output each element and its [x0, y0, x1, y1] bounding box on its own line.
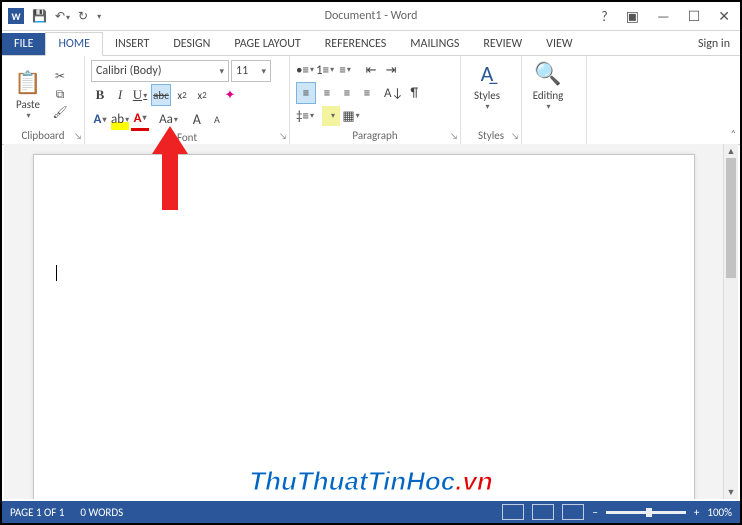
text-effects-button[interactable]: A▾: [91, 110, 109, 130]
increase-indent-button[interactable]: ⇥: [382, 60, 400, 80]
status-bar: PAGE 1 OF 1 0 WORDS − + 100%: [2, 501, 740, 523]
collapse-ribbon-icon[interactable]: ˄: [731, 127, 736, 140]
font-color-button[interactable]: A▾: [131, 108, 149, 131]
window-title: Document1 - Word: [325, 9, 418, 23]
align-left-button[interactable]: ≡: [296, 82, 316, 104]
group-clipboard: 📋 Paste ▾ ✂ ⧉ 🖌 Clipboard ↘: [2, 56, 85, 144]
zoom-level[interactable]: 100%: [707, 506, 732, 519]
tab-insert[interactable]: INSERT: [103, 33, 161, 55]
change-case-button[interactable]: Aa▾: [159, 110, 178, 130]
clear-formatting-icon[interactable]: ✦: [221, 85, 239, 105]
help-icon[interactable]: ?: [597, 8, 612, 25]
tab-references[interactable]: REFERENCES: [313, 33, 399, 55]
title-bar: W 💾 ↶▾ ↻ ▾ Document1 - Word ? ▣ — ☐ ✕: [2, 2, 740, 31]
view-print-layout-icon[interactable]: [532, 504, 554, 520]
show-marks-button[interactable]: ¶: [405, 83, 423, 103]
copy-icon[interactable]: ⧉: [52, 87, 68, 103]
cut-icon[interactable]: ✂: [52, 69, 68, 85]
redo-icon[interactable]: ↻: [78, 9, 88, 24]
paragraph-launcher-icon[interactable]: ↘: [450, 131, 458, 142]
underline-button[interactable]: U▾: [131, 85, 149, 105]
tab-design[interactable]: DESIGN: [161, 33, 222, 55]
shrink-font-button[interactable]: A: [208, 110, 226, 130]
group-paragraph: •≡▾ 1≡▾ ≡▾ ⇤ ⇥ ≡ ≡ ≡ ≡ A↓ ¶ ‡≡▾: [290, 56, 461, 144]
font-size-value: 11: [236, 64, 248, 78]
line-spacing-button[interactable]: ‡≡▾: [296, 106, 314, 126]
styles-group-label: Styles: [467, 129, 515, 142]
close-icon[interactable]: ✕: [714, 8, 734, 25]
format-painter-icon[interactable]: 🖌: [52, 105, 68, 121]
tab-view[interactable]: VIEW: [534, 33, 584, 55]
align-center-button[interactable]: ≡: [318, 83, 336, 103]
paste-label: Paste: [16, 98, 40, 111]
grow-font-button[interactable]: A: [188, 110, 206, 130]
justify-button[interactable]: ≡: [358, 83, 376, 103]
subscript-button[interactable]: x2: [173, 85, 191, 105]
styles-icon: A̲: [481, 60, 494, 87]
styles-button[interactable]: A̲ Styles ▾: [467, 60, 507, 112]
scroll-up-icon[interactable]: ▲: [724, 144, 738, 158]
tab-home[interactable]: HOME: [45, 32, 103, 56]
borders-button[interactable]: ▦▾: [342, 106, 360, 126]
shading-button[interactable]: ▾: [322, 106, 340, 126]
text-cursor: [56, 265, 57, 281]
maximize-icon[interactable]: ☐: [684, 8, 705, 25]
vertical-scrollbar[interactable]: ▲ ▼: [723, 144, 738, 499]
find-icon: 🔍: [534, 60, 561, 87]
tab-mailings[interactable]: MAILINGS: [398, 33, 471, 55]
word-window: W 💾 ↶▾ ↻ ▾ Document1 - Word ? ▣ — ☐ ✕ FI…: [0, 0, 742, 525]
paragraph-group-label: Paragraph: [296, 129, 454, 142]
highlight-button[interactable]: ab▾: [111, 110, 129, 130]
tab-file[interactable]: FILE: [2, 33, 45, 55]
font-size-combo[interactable]: 11 ▾: [231, 60, 271, 82]
strikethrough-button[interactable]: abc: [151, 84, 171, 106]
superscript-button[interactable]: x2: [193, 85, 211, 105]
paste-icon: 📋: [14, 69, 41, 96]
page[interactable]: [33, 154, 695, 499]
sign-in-link[interactable]: Sign in: [688, 33, 740, 55]
font-group-label: Font: [91, 131, 283, 144]
ribbon-options-icon[interactable]: ▣: [622, 8, 643, 25]
undo-icon[interactable]: ↶▾: [55, 9, 70, 24]
status-words[interactable]: 0 WORDS: [80, 506, 123, 519]
document-area[interactable]: [4, 144, 724, 499]
ribbon: 📋 Paste ▾ ✂ ⧉ 🖌 Clipboard ↘ Calibri (Bod…: [2, 56, 740, 145]
decrease-indent-button[interactable]: ⇤: [362, 60, 380, 80]
clipboard-launcher-icon[interactable]: ↘: [74, 131, 82, 142]
bold-button[interactable]: B: [91, 85, 109, 105]
italic-button[interactable]: I: [111, 85, 129, 105]
group-font: Calibri (Body) ▾ 11 ▾ B I U▾ abc x2 x2: [85, 56, 290, 144]
bullets-button[interactable]: •≡▾: [296, 60, 314, 80]
view-read-mode-icon[interactable]: [502, 504, 524, 520]
scroll-down-icon[interactable]: ▼: [724, 485, 738, 499]
zoom-slider[interactable]: [606, 511, 686, 514]
ribbon-tabs: FILE HOME INSERT DESIGN PAGE LAYOUT REFE…: [2, 31, 740, 56]
zoom-in-icon[interactable]: +: [694, 506, 699, 519]
group-editing: 🔍 Editing ▾: [522, 56, 587, 144]
status-page[interactable]: PAGE 1 OF 1: [10, 506, 64, 519]
zoom-out-icon[interactable]: −: [592, 506, 597, 519]
tab-page-layout[interactable]: PAGE LAYOUT: [222, 33, 312, 55]
multilevel-list-button[interactable]: ≡▾: [336, 60, 354, 80]
sort-button[interactable]: A↓: [384, 83, 403, 103]
word-app-icon: W: [8, 8, 24, 24]
font-name-value: Calibri (Body): [96, 64, 161, 78]
align-right-button[interactable]: ≡: [338, 83, 356, 103]
numbering-button[interactable]: 1≡▾: [316, 60, 334, 80]
view-web-layout-icon[interactable]: [562, 504, 584, 520]
editing-label: Editing: [533, 89, 564, 102]
font-name-combo[interactable]: Calibri (Body) ▾: [91, 60, 229, 82]
styles-launcher-icon[interactable]: ↘: [511, 131, 519, 142]
minimize-icon[interactable]: —: [653, 8, 674, 25]
paste-button[interactable]: 📋 Paste ▾: [8, 60, 48, 129]
scroll-thumb[interactable]: [726, 158, 736, 278]
qat-customize-icon[interactable]: ▾: [96, 9, 101, 23]
save-icon[interactable]: 💾: [32, 9, 47, 24]
clipboard-group-label: Clipboard: [8, 129, 78, 142]
group-styles: A̲ Styles ▾ Styles ↘: [461, 56, 522, 144]
tab-review[interactable]: REVIEW: [471, 33, 534, 55]
editing-button[interactable]: 🔍 Editing ▾: [528, 60, 568, 112]
styles-label: Styles: [474, 89, 500, 102]
font-launcher-icon[interactable]: ↘: [279, 131, 287, 142]
